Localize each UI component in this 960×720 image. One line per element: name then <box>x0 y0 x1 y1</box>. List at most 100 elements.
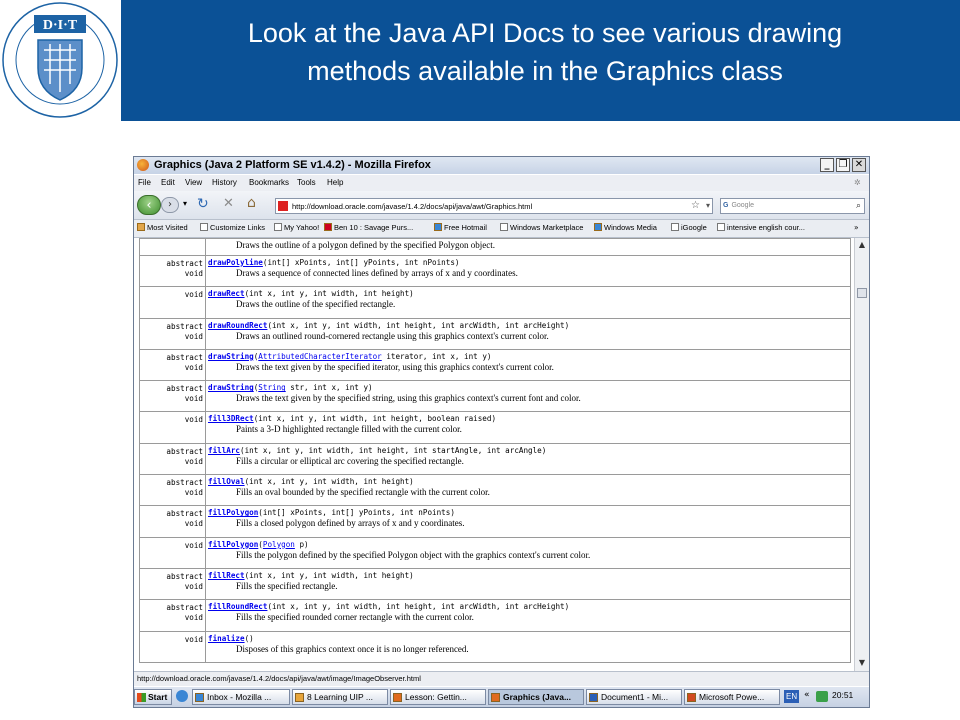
search-input[interactable]: G Google ⌕ <box>720 198 865 214</box>
method-name-link[interactable]: finalize <box>208 634 245 643</box>
restore-icon[interactable]: ❐ <box>836 158 850 172</box>
back-button[interactable]: ‹ <box>137 195 161 215</box>
firefox-icon <box>491 693 500 702</box>
method-signature-cell: fillOval(int x, int y, int width, int he… <box>205 474 851 507</box>
method-params: (int x, int y, int width, int height) <box>244 477 414 487</box>
modifier-return-type: void <box>184 362 203 372</box>
menu-edit[interactable]: Edit <box>161 178 175 187</box>
bookmark-free-hotmail[interactable]: Free Hotmail <box>434 223 487 232</box>
method-name-link[interactable]: drawPolyline <box>208 258 263 267</box>
dit-logo: D·I·T <box>0 0 121 121</box>
method-modifiers: abstract void <box>139 348 206 382</box>
status-bar: http://download.oracle.com/javase/1.4.2/… <box>134 671 869 686</box>
task-graphics[interactable]: Graphics (Java... <box>488 689 584 705</box>
method-modifiers: abstract void <box>139 505 206 538</box>
page-icon <box>200 223 208 231</box>
thunderbird-icon <box>195 693 204 702</box>
modifier-abstract: abstract <box>166 259 203 268</box>
method-name-link[interactable]: fillPolygon <box>208 540 258 549</box>
method-rows: abstract void drawPolyline(int[] xPoints, … <box>139 254 851 663</box>
method-name-link[interactable]: fillPolygon <box>208 508 258 517</box>
bookmark-star-icon[interactable]: ☆ <box>691 199 700 213</box>
home-icon[interactable]: ⌂ <box>247 195 256 211</box>
navigation-toolbar: ‹ › ▾ ↻ ✕ ⌂ http://download.oracle.com/j… <box>134 191 869 220</box>
method-name-link[interactable]: drawRoundRect <box>208 321 267 330</box>
bookmark-windows-marketplace[interactable]: Windows Marketplace <box>500 223 583 232</box>
bookmark-windows-media[interactable]: Windows Media <box>594 223 657 232</box>
tray-expand-icon[interactable]: « <box>804 690 810 700</box>
bookmark-most-visited[interactable]: Most Visited <box>137 223 188 232</box>
bookmark-intensive-english[interactable]: intensive english cour... <box>717 223 805 232</box>
method-signature: fill3DRect(int x, int y, int width, int … <box>208 414 850 424</box>
menu-help[interactable]: Help <box>327 178 343 187</box>
task-document1[interactable]: Document1 - Mi... <box>586 689 682 705</box>
modifier-abstract: abstract <box>166 446 203 456</box>
menu-history[interactable]: History <box>212 178 237 187</box>
table-row: abstract void drawString(AttributedCharact… <box>139 348 851 382</box>
scroll-thumb[interactable] <box>857 288 867 298</box>
reload-icon[interactable]: ↻ <box>197 196 209 212</box>
stop-icon[interactable]: ✕ <box>223 196 234 211</box>
menu-bookmarks[interactable]: Bookmarks <box>249 178 289 187</box>
method-name-link[interactable]: fillRoundRect <box>208 602 267 611</box>
task-inbox[interactable]: Inbox - Mozilla ... <box>192 689 290 705</box>
method-signature-cell: drawString(AttributedCharacterIterator i… <box>205 348 851 382</box>
ie-quicklaunch-icon[interactable] <box>176 690 188 702</box>
task-lesson[interactable]: Lesson: Gettin... <box>390 689 486 705</box>
method-name-link[interactable]: drawString <box>208 383 254 392</box>
close-icon[interactable]: ✕ <box>852 158 866 172</box>
history-dropdown-icon[interactable]: ▾ <box>183 199 187 208</box>
table-row: abstract void fillRect(int x, int y, int w… <box>139 567 851 601</box>
type-link[interactable]: String <box>258 383 285 392</box>
address-bar[interactable]: http://download.oracle.com/javase/1.4.2/… <box>275 198 713 214</box>
scroll-down-icon[interactable]: ▼ <box>857 658 867 668</box>
method-name-link[interactable]: fillArc <box>208 446 240 455</box>
modifier-return-type: void <box>184 394 203 404</box>
method-description: Draws the text given by the specified st… <box>236 393 581 404</box>
method-description: Draws the outline of a polygon defined b… <box>236 240 495 250</box>
menu-view[interactable]: View <box>185 178 202 187</box>
site-favicon-icon <box>278 201 288 211</box>
method-name-link[interactable]: drawRect <box>208 289 245 298</box>
bookmark-my-yahoo[interactable]: My Yahoo! <box>274 223 319 232</box>
url-dropdown-icon[interactable]: ▾ <box>706 199 710 213</box>
type-link[interactable]: Polygon <box>263 540 295 549</box>
tray-icon[interactable] <box>816 691 828 702</box>
word-icon <box>589 693 598 702</box>
method-name-link[interactable]: fillOval <box>208 477 245 486</box>
modifier-abstract: abstract <box>166 384 203 394</box>
firefox-window: Graphics (Java 2 Platform SE v1.4.2) - M… <box>133 156 870 708</box>
method-description: Draws the text given by the specified it… <box>236 361 554 372</box>
vertical-scrollbar[interactable]: ▲ ▼ <box>854 238 869 671</box>
language-indicator[interactable]: EN <box>784 690 800 703</box>
search-icon[interactable]: ⌕ <box>856 199 861 213</box>
scroll-up-icon[interactable]: ▲ <box>857 240 867 250</box>
method-modifiers: abstract void <box>139 380 206 413</box>
task-learning-uip[interactable]: 8 Learning UIP ... <box>292 689 388 705</box>
method-name-link[interactable]: drawString <box>208 352 254 361</box>
ben10-icon <box>324 223 332 231</box>
table-row: void finalize() Disposes of this graphics … <box>139 630 851 663</box>
method-name-link[interactable]: fillRect <box>208 571 245 580</box>
bookmark-ben10[interactable]: Ben 10 : Savage Purs... <box>324 223 413 232</box>
bookmark-igoogle[interactable]: iGoogle <box>671 223 707 232</box>
minimize-icon[interactable]: _ <box>820 158 834 172</box>
type-link[interactable]: AttributedCharacterIterator <box>258 352 381 361</box>
method-name-link[interactable]: fill3DRect <box>208 414 254 423</box>
forward-button[interactable]: › <box>161 197 179 213</box>
modifier-abstract: abstract <box>166 352 203 362</box>
method-description: Fills a closed polygon defined by arrays… <box>236 518 465 529</box>
bookmarks-overflow-icon[interactable]: » <box>854 223 859 232</box>
menu-file[interactable]: File <box>138 178 151 187</box>
method-description: Disposes of this graphics context once i… <box>236 643 469 654</box>
menu-bar: File Edit View History Bookmarks Tools H… <box>134 175 869 191</box>
modifier-return-type: void <box>184 488 203 498</box>
windows-flag-icon <box>137 693 146 702</box>
modifier-return-type: void <box>184 456 203 466</box>
start-button[interactable]: Start <box>134 689 172 705</box>
bookmark-customize-links[interactable]: Customize Links <box>200 223 265 232</box>
folder-icon <box>295 693 304 702</box>
menu-tools[interactable]: Tools <box>297 178 316 187</box>
task-powerpoint[interactable]: Microsoft Powe... <box>684 689 780 705</box>
method-modifiers: abstract void <box>139 567 206 601</box>
